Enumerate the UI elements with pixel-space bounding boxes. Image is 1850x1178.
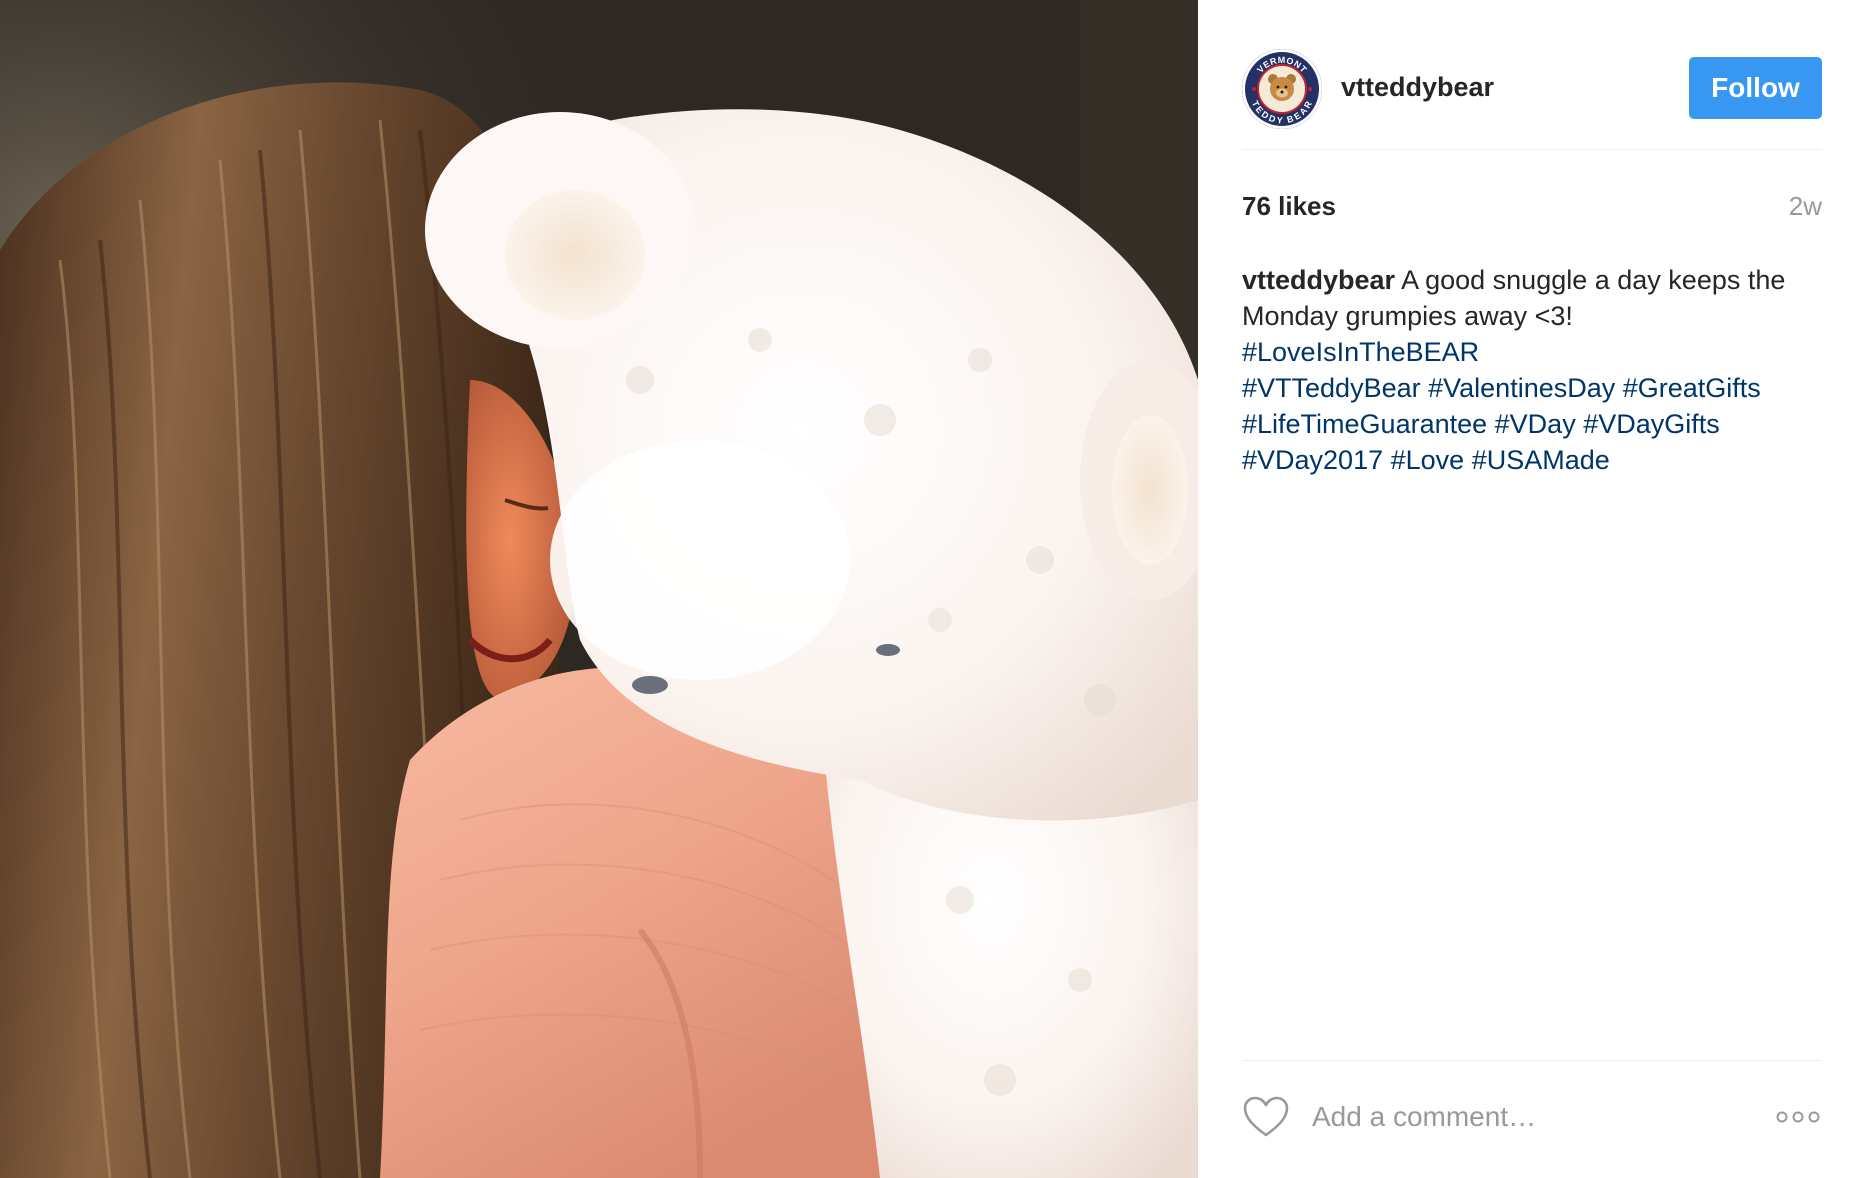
hashtag-link[interactable]: #VDay2017: [1242, 445, 1383, 475]
instagram-post: VERMONT TEDDY BEAR vtteddybear Follow 76…: [0, 0, 1850, 1178]
hashtag-link[interactable]: #VDay: [1495, 409, 1576, 439]
hashtag-link[interactable]: #LifeTimeGuarantee: [1242, 409, 1487, 439]
hashtag-link[interactable]: #VTTeddyBear: [1242, 373, 1421, 403]
photo-woman-hugging-white-teddy-bear: [0, 0, 1198, 1178]
comment-input[interactable]: [1312, 1094, 1774, 1139]
post-side-panel: VERMONT TEDDY BEAR vtteddybear Follow 76…: [1198, 0, 1850, 1178]
post-meta: 76 likes 2w: [1242, 186, 1822, 226]
hashtag-link[interactable]: #USAMade: [1472, 445, 1610, 475]
hashtag-link[interactable]: #GreatGifts: [1623, 373, 1761, 403]
more-options-icon[interactable]: [1774, 1109, 1822, 1125]
hashtag-link[interactable]: #VDayGifts: [1583, 409, 1720, 439]
author-username[interactable]: vtteddybear: [1341, 72, 1689, 103]
comment-bar: [1242, 1060, 1822, 1178]
hashtag-link[interactable]: #Love: [1391, 445, 1465, 475]
post-caption: vtteddybear A good snuggle a day keeps t…: [1242, 262, 1832, 478]
caption-username[interactable]: vtteddybear: [1242, 265, 1395, 295]
heart-outline-icon[interactable]: [1242, 1095, 1290, 1139]
post-timestamp[interactable]: 2w: [1789, 191, 1822, 222]
follow-button[interactable]: Follow: [1689, 56, 1822, 119]
post-header: VERMONT TEDDY BEAR vtteddybear Follow: [1242, 28, 1822, 150]
post-photo[interactable]: [0, 0, 1198, 1178]
avatar[interactable]: VERMONT TEDDY BEAR: [1242, 48, 1322, 129]
vermont-teddy-bear-logo-icon: VERMONT TEDDY BEAR: [1242, 48, 1322, 129]
hashtag-link[interactable]: #ValentinesDay: [1428, 373, 1615, 403]
likes-count[interactable]: 76 likes: [1242, 191, 1336, 222]
hashtag-link[interactable]: #LoveIsInTheBEAR: [1242, 337, 1479, 367]
